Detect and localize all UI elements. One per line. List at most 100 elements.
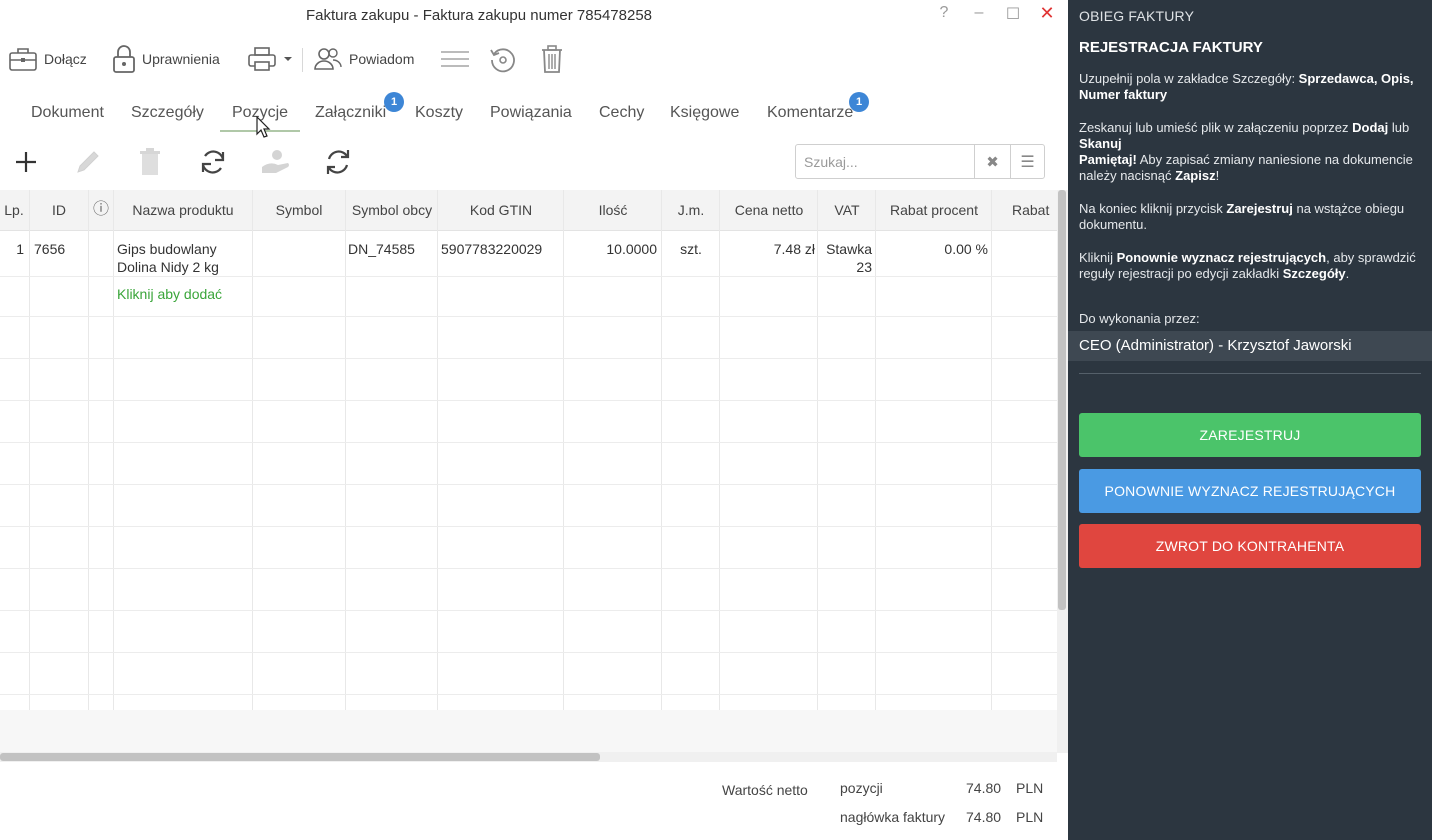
- trash-icon: [542, 45, 562, 73]
- column-header-lp[interactable]: Lp.: [0, 190, 28, 231]
- maximize-button[interactable]: ☐: [1003, 4, 1023, 24]
- column-header-foreign-symbol[interactable]: Symbol obcy: [346, 190, 438, 231]
- list-button[interactable]: [440, 40, 470, 78]
- grid-column-divider: [437, 190, 438, 753]
- column-header-gtin[interactable]: Kod GTIN: [438, 190, 564, 231]
- vertical-scrollbar-thumb[interactable]: [1058, 190, 1066, 610]
- column-header-discount[interactable]: Rabat: [992, 190, 1057, 231]
- lock-icon: [113, 45, 135, 73]
- grid-row-divider: [0, 610, 1057, 611]
- grid-column-divider: [345, 190, 346, 753]
- print-button[interactable]: [247, 40, 293, 78]
- cell-foreign-symbol: DN_74585: [348, 241, 415, 257]
- grid-row-divider: [0, 442, 1057, 443]
- column-header-unit[interactable]: J.m.: [662, 190, 720, 231]
- delete-position-button[interactable]: [132, 144, 168, 180]
- column-header-vat[interactable]: VAT: [818, 190, 876, 231]
- column-header-discount-percent[interactable]: Rabat procent: [876, 190, 992, 231]
- refresh-button[interactable]: [320, 144, 356, 180]
- clear-search-button[interactable]: ✖: [974, 145, 1010, 178]
- panel-header: OBIEG FAKTURY: [1079, 8, 1195, 24]
- net-value-label: Wartość netto: [722, 782, 808, 798]
- toolbar-separator: [302, 48, 303, 72]
- column-header-quantity[interactable]: Ilość: [564, 190, 662, 231]
- grid-column-divider: [719, 190, 720, 753]
- grid-column-divider: [29, 190, 30, 753]
- sync-button[interactable]: [195, 144, 231, 180]
- cell-unit: szt.: [680, 241, 702, 257]
- grid-column-divider: [991, 190, 992, 753]
- horizontal-scrollbar-thumb[interactable]: [0, 753, 600, 761]
- grid-column-divider: [88, 190, 89, 753]
- chevron-down-icon[interactable]: [283, 55, 293, 63]
- hand-coin-icon: [262, 150, 289, 173]
- header-total-value: 74.80: [966, 809, 1002, 825]
- assignee-label: Do wykonania przez:: [1079, 311, 1200, 326]
- minimize-button[interactable]: –: [969, 4, 989, 22]
- positions-total-currency: PLN: [1016, 780, 1044, 796]
- cell-discount-percent: 0.00 %: [944, 241, 988, 257]
- tab-komentarze[interactable]: Komentarze 1: [767, 92, 869, 132]
- attach-button[interactable]: Dołącz: [8, 40, 87, 78]
- title-bar: Faktura zakupu - Faktura zakupu numer 78…: [0, 0, 1068, 34]
- add-position-link[interactable]: Kliknij aby dodać: [117, 286, 222, 302]
- tab-szczegoly[interactable]: Szczegóły: [131, 98, 204, 132]
- return-to-contractor-button[interactable]: ZWROT DO KONTRAHENTA: [1079, 524, 1421, 568]
- plus-icon: [16, 152, 36, 172]
- grid-row-divider: [0, 400, 1057, 401]
- info-icon: ⓘ: [92, 201, 109, 218]
- grid-row-divider: [0, 526, 1057, 527]
- column-header-id[interactable]: ID: [30, 190, 88, 231]
- permissions-button[interactable]: Uprawnienia: [112, 40, 220, 78]
- add-position-button[interactable]: [8, 144, 44, 180]
- grid-header: Lp. ID ⓘ Nazwa produktu Symbol Symbol ob…: [0, 190, 1057, 231]
- cell-lp: 1: [16, 241, 24, 257]
- notify-button[interactable]: Powiadom: [313, 40, 414, 78]
- panel-title: REJESTRACJA FAKTURY: [1079, 39, 1263, 56]
- vertical-scrollbar[interactable]: [1057, 190, 1068, 753]
- tab-zalaczniki-label: Załączniki: [315, 104, 387, 121]
- edit-position-button[interactable]: [70, 144, 106, 180]
- grid-footer-band: [0, 710, 1057, 753]
- instruction-recompute: Kliknij Ponownie wyznacz rejestrujących,…: [1079, 250, 1416, 281]
- grid-row-divider: [0, 358, 1057, 359]
- panel-divider: [1079, 373, 1421, 374]
- positions-total-value: 74.80: [966, 780, 1002, 796]
- search-options-button[interactable]: ☰: [1010, 145, 1044, 178]
- cell-gtin: 5907783220029: [441, 241, 543, 257]
- cell-name-line1: Gips budowlany: [117, 241, 217, 257]
- grid-row-divider: [0, 568, 1057, 569]
- help-button[interactable]: ?: [934, 4, 954, 22]
- recompute-registrants-button[interactable]: PONOWNIE WYZNACZ REJESTRUJĄCYCH: [1079, 469, 1421, 513]
- search-input[interactable]: [796, 145, 974, 178]
- tab-zalaczniki[interactable]: Załączniki 1: [315, 92, 404, 132]
- grid-row-divider: [0, 652, 1057, 653]
- history-button[interactable]: [489, 40, 517, 78]
- tab-cechy[interactable]: Cechy: [599, 98, 644, 132]
- attach-label: Dołącz: [44, 51, 87, 67]
- column-header-name[interactable]: Nazwa produktu: [114, 190, 252, 231]
- column-header-net-price[interactable]: Cena netto: [720, 190, 818, 231]
- totals-summary: Wartość netto pozycji 74.80 PLN nagłówka…: [0, 770, 1068, 840]
- tab-dokument[interactable]: Dokument: [31, 98, 104, 132]
- invoice-window: Faktura zakupu - Faktura zakupu numer 78…: [0, 0, 1068, 840]
- close-button[interactable]: ✕: [1037, 3, 1057, 24]
- mouse-cursor-icon: [256, 116, 271, 138]
- column-header-symbol[interactable]: Symbol: [252, 190, 346, 231]
- instruction-fill-fields: Uzupełnij pola w zakładce Szczegóły: Spr…: [1079, 71, 1414, 102]
- horizontal-scrollbar[interactable]: [0, 752, 1057, 762]
- permissions-label: Uprawnienia: [142, 51, 220, 67]
- tab-koszty[interactable]: Koszty: [415, 98, 463, 132]
- hand-coin-button[interactable]: [258, 144, 294, 180]
- register-button[interactable]: ZAREJESTRUJ: [1079, 413, 1421, 457]
- tab-komentarze-label: Komentarze: [767, 104, 854, 121]
- tab-powiazania[interactable]: Powiązania: [490, 98, 572, 132]
- attachments-count-badge: 1: [384, 92, 404, 112]
- delete-document-button[interactable]: [540, 40, 564, 78]
- tab-ksiegowe[interactable]: Księgowe: [670, 98, 739, 132]
- cell-id: 7656: [34, 241, 66, 257]
- sync-icon: [201, 150, 225, 174]
- grid-column-divider: [563, 190, 564, 753]
- printer-icon: [248, 47, 276, 71]
- refresh-icon: [326, 150, 350, 174]
